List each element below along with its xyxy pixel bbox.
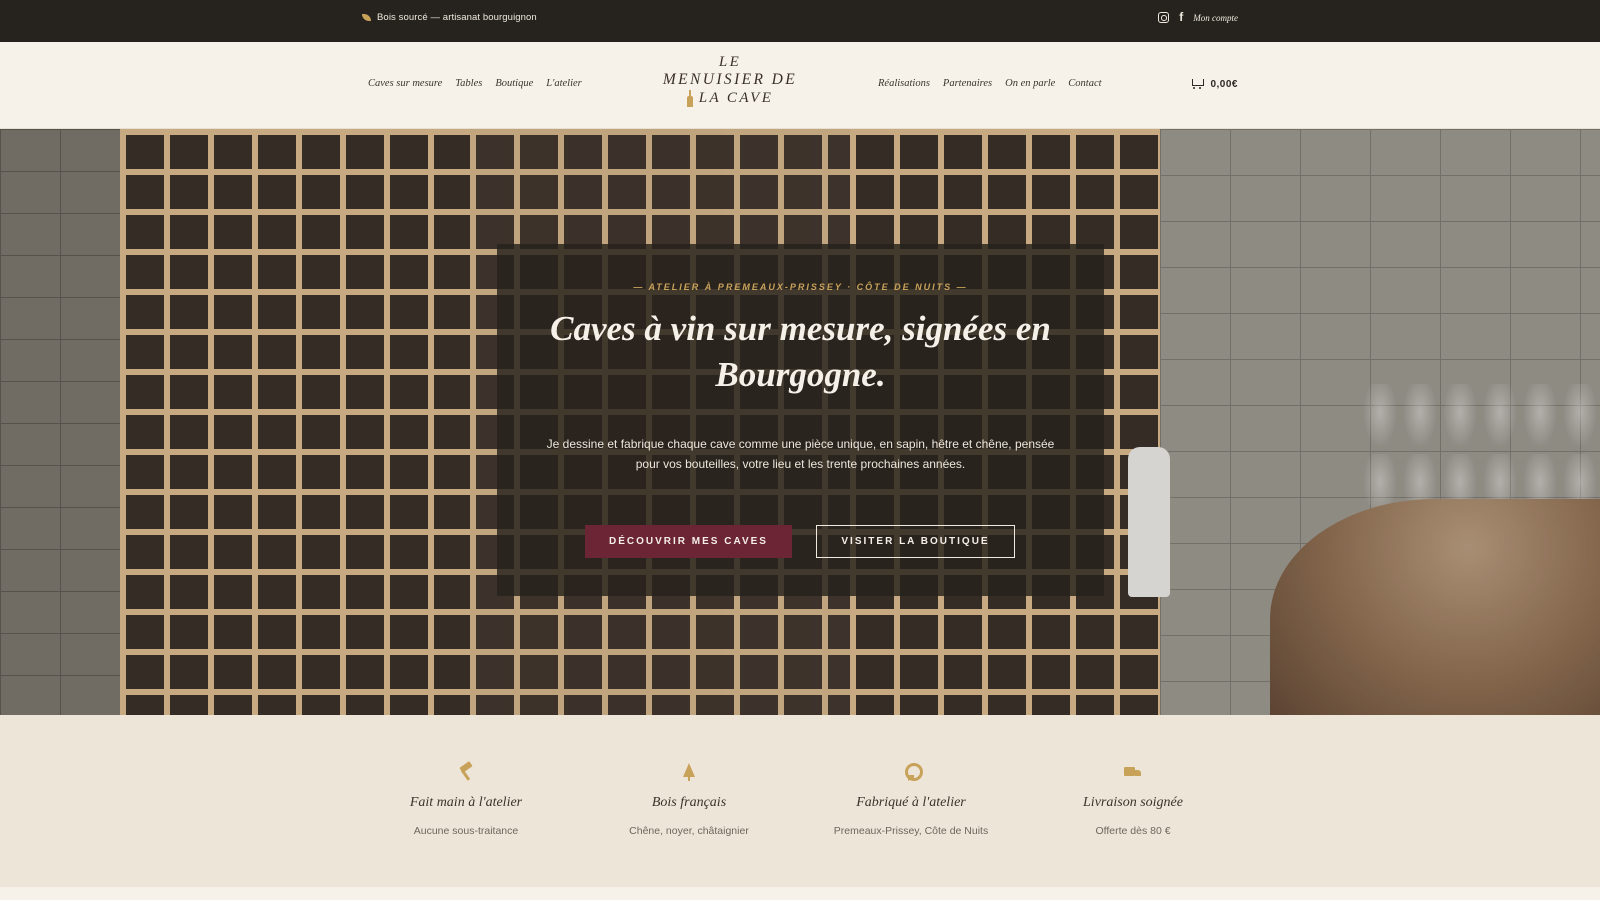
logo-line-2: MENUISIER DE	[662, 71, 798, 88]
features-section: Fait main à l'atelier Aucune sous-traita…	[0, 715, 1600, 887]
site-logo[interactable]: LE MENUISIER DE LA CAVE	[640, 54, 820, 108]
hero-title: Caves à vin sur mesure, signées en Bourg…	[550, 309, 1051, 394]
truck-icon	[1124, 763, 1142, 781]
feature-subtitle: Premeaux-Prissey, Côte de Nuits	[833, 825, 989, 837]
top-bar: Bois sourcé — artisanat bourguignon f Mo…	[0, 0, 1600, 42]
feature-title: Livraison soignée	[1083, 795, 1183, 810]
feature-handmade: Fait main à l'atelier Aucune sous-traita…	[366, 763, 566, 837]
logo-line-3-text: LA CAVE	[698, 90, 774, 106]
visit-shop-button[interactable]: VISITER LA BOUTIQUE	[816, 525, 1015, 558]
feature-made-in-workshop: Fabriqué à l'atelier Premeaux-Prissey, C…	[811, 763, 1011, 837]
main-nav-left: Caves sur mesure Tables Boutique L'ateli…	[368, 78, 582, 89]
account-link[interactable]: Mon compte	[1193, 13, 1238, 23]
feature-subtitle: Offerte dès 80 €	[1095, 825, 1171, 837]
bottle-icon	[686, 90, 693, 107]
feature-title: Bois français	[651, 795, 727, 810]
tagline-text: Bois sourcé — artisanat bourguignon	[377, 12, 537, 23]
hero-panel: — ATELIER À PREMEAUX-PRISSEY · CÔTE DE N…	[497, 244, 1104, 596]
main-nav-right: Réalisations Partenaires On en parle Con…	[878, 78, 1102, 89]
logo-line-3: LA CAVE	[640, 89, 820, 108]
feature-delivery: Livraison soignée Offerte dès 80 €	[1033, 763, 1233, 837]
hero-section: — ATELIER À PREMEAUX-PRISSEY · CÔTE DE N…	[0, 129, 1600, 715]
nav-item-atelier[interactable]: L'atelier	[546, 78, 582, 89]
nav-item-tables[interactable]: Tables	[455, 78, 482, 89]
leaf-icon	[362, 14, 371, 21]
feature-title: Fabriqué à l'atelier	[856, 795, 966, 810]
nav-item-partenaires[interactable]: Partenaires	[943, 78, 992, 89]
top-bar-links: f Mon compte	[1158, 11, 1238, 23]
nav-item-on-en-parle[interactable]: On en parle	[1005, 78, 1055, 89]
hero-kicker: — ATELIER À PREMEAUX-PRISSEY · CÔTE DE N…	[633, 282, 968, 292]
feature-french-wood: Bois français Chêne, noyer, châtaignier	[589, 763, 789, 837]
hero-description: Je dessine et fabrique chaque cave comme…	[546, 437, 1055, 471]
cart-button[interactable]: 0,00€	[1190, 78, 1238, 90]
nav-item-contact[interactable]: Contact	[1068, 78, 1101, 89]
medal-icon	[902, 763, 923, 781]
nav-item-caves[interactable]: Caves sur mesure	[368, 78, 442, 89]
next-section-edge	[0, 887, 1600, 900]
feature-title: Fait main à l'atelier	[409, 795, 523, 810]
hammer-icon	[457, 763, 475, 781]
discover-caves-button[interactable]: DÉCOUVRIR MES CAVES	[585, 525, 792, 558]
instagram-icon[interactable]	[1158, 12, 1170, 23]
cart-total: 0,00€	[1210, 78, 1238, 90]
tree-icon	[680, 763, 698, 781]
cart-icon	[1190, 78, 1205, 90]
logo-line-1: LE	[718, 54, 742, 70]
nav-item-boutique[interactable]: Boutique	[495, 78, 533, 89]
feature-subtitle: Aucune sous-traitance	[413, 825, 519, 837]
top-bar-tagline: Bois sourcé — artisanat bourguignon	[362, 12, 537, 23]
facebook-icon[interactable]: f	[1179, 11, 1183, 23]
nav-item-realisations[interactable]: Réalisations	[878, 78, 930, 89]
feature-subtitle: Chêne, noyer, châtaignier	[629, 825, 749, 837]
site-header: Caves sur mesure Tables Boutique L'ateli…	[0, 42, 1600, 129]
